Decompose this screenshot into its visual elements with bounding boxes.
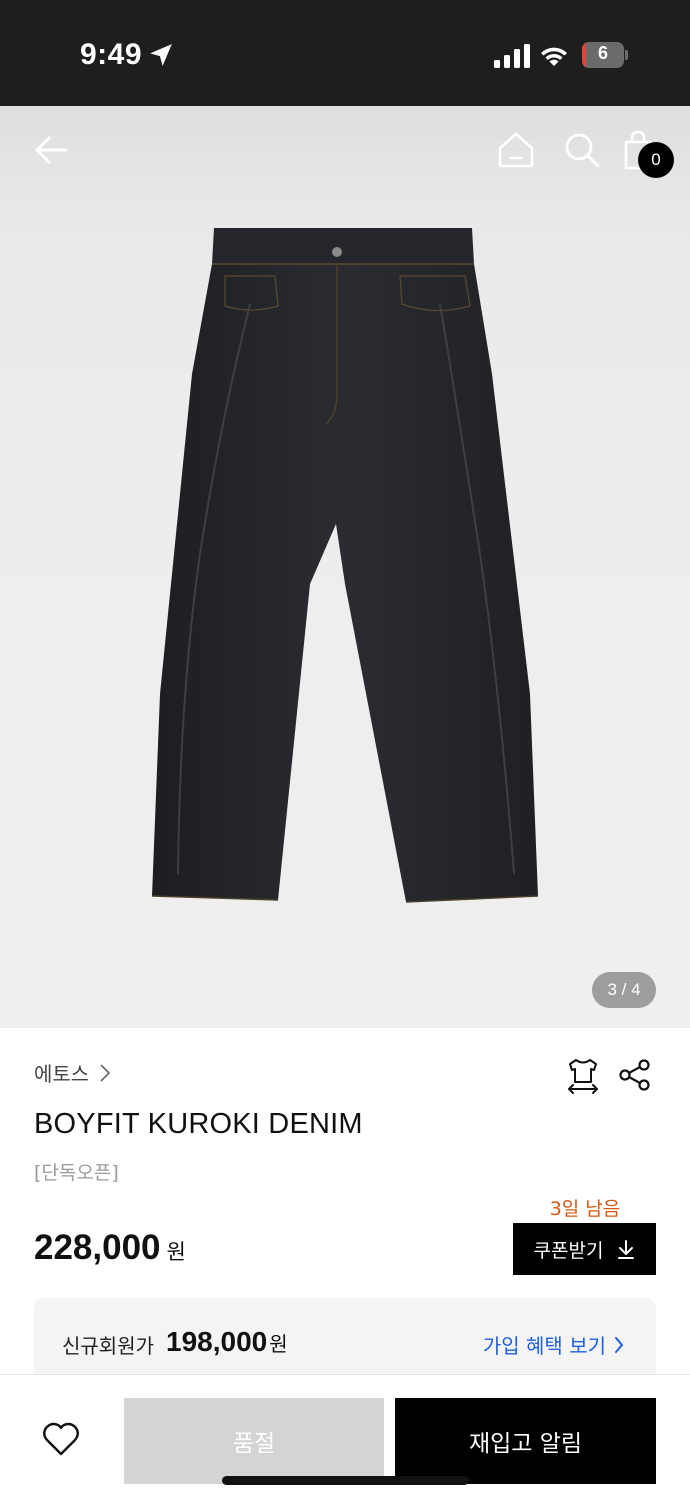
coupon-days-left: 3일 남음	[549, 1198, 621, 1220]
member-price-value: 198,000	[166, 1326, 268, 1357]
coupon-button-label: 쿠폰받기	[533, 1239, 604, 1262]
product-price: 228,000 원	[34, 1228, 186, 1268]
heart-icon[interactable]	[42, 1421, 80, 1457]
location-arrow-icon	[150, 44, 172, 66]
member-price-label: 신규회원가	[62, 1334, 154, 1358]
image-page-indicator: 3 / 4	[592, 972, 656, 1008]
battery-tip	[625, 50, 628, 60]
cellular-signal-icon	[494, 44, 530, 68]
product-title: BOYFIT KUROKI DENIM	[34, 1108, 363, 1140]
signup-benefits-label: 가입 혜택 보기	[482, 1334, 606, 1358]
wifi-icon	[541, 47, 567, 66]
product-tag: [단독오픈]	[34, 1162, 119, 1184]
home-indicator	[222, 1476, 469, 1485]
brand-name: 에토스	[34, 1062, 90, 1086]
restock-alert-button[interactable]: 재입고 알림	[395, 1398, 656, 1484]
chevron-right-icon	[615, 1336, 624, 1353]
cart-count-badge[interactable]: 0	[638, 142, 674, 178]
soldout-button[interactable]: 품절	[124, 1398, 384, 1484]
battery-level: 6	[597, 43, 608, 63]
status-bar: 9:49 6	[0, 0, 690, 106]
back-arrow-icon[interactable]	[30, 128, 74, 172]
product-image[interactable]	[140, 224, 550, 914]
download-icon	[618, 1240, 635, 1259]
size-guide-icon[interactable]	[566, 1056, 600, 1094]
status-time: 9:49	[80, 38, 143, 71]
signup-benefits-link[interactable]: 가입 혜택 보기	[483, 1330, 624, 1359]
share-icon[interactable]	[618, 1058, 652, 1092]
battery-icon: 6	[582, 42, 628, 68]
chevron-right-icon	[100, 1063, 111, 1082]
price-value: 228,000	[34, 1228, 161, 1267]
coupon-download-button[interactable]: 쿠폰받기	[513, 1223, 656, 1275]
price-unit: 원	[166, 1240, 186, 1264]
product-image-gallery[interactable]: 0 3 / 4	[0, 106, 690, 1028]
home-icon[interactable]	[494, 128, 538, 172]
search-icon[interactable]	[560, 128, 604, 172]
member-price: 198,000 원	[166, 1326, 288, 1358]
member-price-unit: 원	[269, 1332, 288, 1356]
brand-link[interactable]: 에토스	[34, 1058, 111, 1087]
